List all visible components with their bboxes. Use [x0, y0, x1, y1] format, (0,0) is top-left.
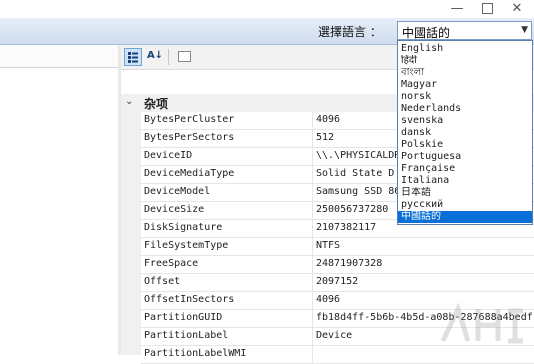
column-divider [312, 238, 313, 255]
language-option[interactable]: dansk [398, 127, 532, 139]
column-divider [312, 292, 313, 309]
column-divider [312, 184, 313, 201]
property-pages-button[interactable] [175, 48, 193, 66]
left-pane [0, 45, 119, 355]
property-pages-icon [177, 51, 191, 62]
maximize-button[interactable] [472, 0, 502, 18]
collapse-toggle-icon: ⌄ [125, 96, 134, 107]
property-key: BytesPerSectors [144, 132, 235, 143]
language-dropdown-list: English हिंदी বাংলা Magyar norsk Nederlands sv… [397, 40, 533, 225]
property-key: PartitionGUID [144, 312, 223, 323]
language-option[interactable]: हिंदी [398, 55, 532, 67]
close-button[interactable]: ✕ [502, 0, 532, 18]
column-divider [312, 166, 313, 183]
language-option[interactable]: বাংলা [398, 67, 532, 79]
property-key: PartitionLabelWMI [144, 348, 247, 359]
property-key: DeviceID [144, 150, 193, 161]
categorized-icon [128, 52, 138, 63]
property-row[interactable]: FreeSpace 24871907328 [141, 256, 534, 274]
language-select[interactable]: 中國話的 ▼ [397, 21, 532, 40]
language-option[interactable]: Portuguesa [398, 151, 532, 163]
property-value[interactable]: 24871907328 [316, 258, 534, 269]
column-divider [312, 220, 313, 237]
property-key: Offset [144, 276, 181, 287]
grid-gutter [121, 112, 141, 355]
language-option[interactable]: 中國話的 [398, 211, 532, 223]
property-key: BytesPerCluster [144, 114, 235, 125]
property-key: DiskSignature [144, 222, 223, 233]
language-option[interactable]: русский [398, 199, 532, 211]
chevron-down-icon: ▼ [521, 25, 528, 35]
language-option[interactable]: norsk [398, 91, 532, 103]
language-option[interactable]: Nederlands [398, 103, 532, 115]
property-row[interactable]: Offset 2097152 [141, 274, 534, 292]
property-key: FreeSpace [144, 258, 199, 269]
language-select-value: 中國話的 [402, 26, 451, 40]
property-key: DeviceModel [144, 186, 211, 197]
left-pane-divider [0, 67, 118, 68]
property-key: FileSystemType [144, 240, 229, 251]
column-divider [312, 148, 313, 165]
language-option[interactable]: Polskie [398, 139, 532, 151]
property-value[interactable]: NTFS [316, 240, 534, 251]
column-divider [312, 310, 313, 327]
column-divider [312, 256, 313, 273]
title-bar: — ✕ [0, 0, 534, 18]
column-divider [312, 328, 313, 345]
property-key: DeviceSize [144, 204, 205, 215]
left-pane-header [0, 45, 118, 67]
minimize-button[interactable]: — [442, 0, 472, 18]
language-option[interactable]: svenska [398, 115, 532, 127]
language-option[interactable]: 日本語 [398, 187, 532, 199]
language-option[interactable]: Magyar [398, 79, 532, 91]
column-divider [312, 112, 313, 129]
property-value[interactable]: 2097152 [316, 276, 534, 287]
language-label: 選擇語言 ： [318, 25, 382, 39]
language-option[interactable]: Française [398, 163, 532, 175]
language-option[interactable]: Italiana [398, 175, 532, 187]
toolbar-separator [168, 49, 169, 65]
category-label: 杂项 [144, 97, 169, 111]
alphabetical-button[interactable]: A↓ [146, 48, 164, 66]
column-divider [312, 274, 313, 291]
property-key: PartitionLabel [144, 330, 229, 341]
property-key: OffsetInSectors [144, 294, 235, 305]
column-divider [312, 130, 313, 147]
categorized-button[interactable] [124, 48, 142, 66]
property-key: DeviceMediaType [144, 168, 235, 179]
watermark-logo [440, 302, 523, 344]
property-row[interactable]: FileSystemType NTFS [141, 238, 534, 256]
language-option[interactable]: English [398, 43, 532, 55]
maximize-icon [481, 3, 493, 14]
column-divider [312, 202, 313, 219]
